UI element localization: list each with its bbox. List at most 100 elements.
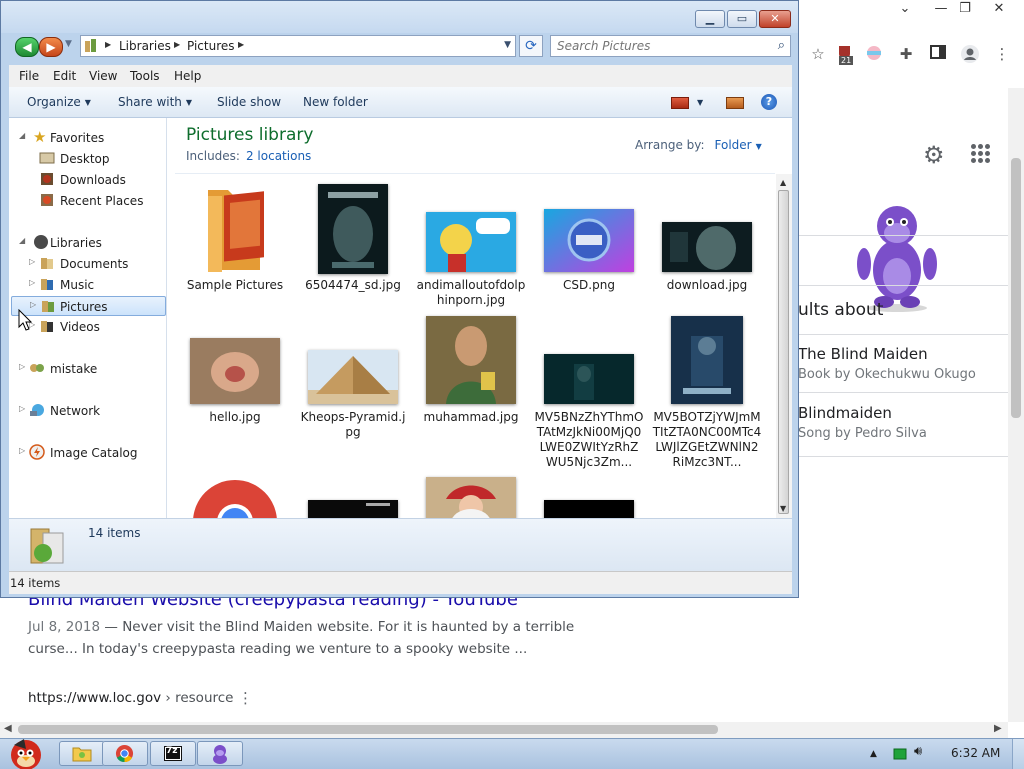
file-tile[interactable]: Kheops-Pyramid.jpg [298,316,408,446]
show-hidden-icons-icon[interactable]: ▲ [870,749,877,759]
file-tile[interactable]: CSD.png [534,184,644,304]
search-box[interactable]: ⌕ [550,35,791,57]
extension-ball-icon[interactable] [864,44,884,64]
extension-shield-icon[interactable]: 21 [836,44,856,65]
file-tile[interactable] [534,500,644,518]
file-tile[interactable]: 6504474_sd.jpg [298,184,408,304]
slide-show-button[interactable]: Slide show [217,95,281,109]
view-options-dropdown-icon[interactable]: ▼ [697,98,703,107]
browser-restore-button[interactable]: ❐ [950,0,980,18]
search-result-url[interactable]: https://www.loc.gov › resource [28,690,233,706]
file-tile[interactable]: muhammad.jpg [416,316,526,446]
file-tile[interactable]: MV5BNzZhYThmOTAtMzJkNi00MjQ0LWE0ZWItYzRh… [534,316,644,469]
show-desktop-button[interactable] [1012,739,1024,769]
browser-close-button[interactable]: ✕ [984,0,1014,18]
expand-arrow-icon[interactable]: ▷ [29,278,35,287]
forward-arrow-icon[interactable]: ▶ [39,37,63,57]
organize-button[interactable]: Organize ▼ [27,95,91,109]
browser-menu-icon[interactable]: ⋮ [992,44,1012,64]
file-tile[interactable] [416,477,526,518]
clock[interactable]: 6:32 AM [951,746,1000,760]
file-tile[interactable]: download.jpg [652,184,762,304]
file-tile[interactable]: andimalloutofdolphinporn.jpg [416,184,526,307]
nav-videos[interactable]: ▷ Videos [19,317,159,337]
file-tile[interactable] [298,500,408,518]
content-vertical-scrollbar[interactable]: ▲ ▼ [776,174,792,518]
preview-pane-icon[interactable] [726,97,744,109]
nav-libraries[interactable]: ◢ Libraries [19,233,159,253]
browser-tab-dropdown-icon[interactable]: ⌄ [890,0,920,18]
minimize-button[interactable]: ▁ [695,10,725,28]
kp-item-title[interactable]: Blindmaiden [798,404,892,422]
nav-music[interactable]: ▷ Music [19,275,159,295]
nav-image-catalog[interactable]: ▷ Image Catalog [19,443,159,463]
address-dropdown-icon[interactable]: ▼ [504,40,511,50]
taskbar-7zip-button[interactable]: 7z [150,741,196,766]
nav-documents[interactable]: ▷ Documents [19,254,159,274]
menu-file[interactable]: File [19,69,39,83]
side-panel-icon[interactable] [928,44,948,64]
file-tile[interactable] [180,478,290,518]
scroll-up-arrow-icon[interactable]: ▲ [780,178,786,187]
settings-gear-icon[interactable]: ⚙ [923,141,945,169]
nav-pictures[interactable]: ▷ Pictures [11,296,166,316]
menu-edit[interactable]: Edit [53,69,76,83]
recent-pages-dropdown-icon[interactable]: ▼ [65,39,72,49]
back-arrow-icon[interactable]: ◀ [15,37,39,57]
expand-arrow-icon[interactable]: ▷ [30,300,36,309]
scrollbar-thumb[interactable] [18,725,718,734]
new-folder-button[interactable]: New folder [303,95,368,109]
taskbar-bonzi-button[interactable] [197,741,243,766]
start-button-icon[interactable] [4,733,44,769]
nav-desktop[interactable]: Desktop [19,149,159,169]
help-icon[interactable]: ? [761,94,777,110]
close-button[interactable]: ✕ [759,10,791,28]
expand-arrow-icon[interactable]: ▷ [19,404,25,413]
expand-arrow-icon[interactable]: ▷ [29,257,35,266]
menu-help[interactable]: Help [174,69,201,83]
refresh-icon[interactable]: ⟳ [519,35,543,57]
purple-gorilla-avatar[interactable] [856,200,938,312]
expand-arrow-icon[interactable]: ◢ [19,236,25,245]
scroll-right-arrow-icon[interactable]: ▶ [994,723,1002,734]
menu-view[interactable]: View [89,69,117,83]
volume-icon[interactable]: 🔊︎ [914,744,922,759]
window-titlebar[interactable]: ▁ ▭ ✕ [1,1,798,33]
breadcrumb-libraries[interactable]: Libraries [119,39,171,53]
arrange-by-dropdown[interactable]: Folder [715,138,752,152]
scrollbar-thumb[interactable] [1011,158,1021,418]
kp-item-title[interactable]: The Blind Maiden [798,345,928,363]
maximize-button[interactable]: ▭ [727,10,757,28]
nav-favorites[interactable]: ◢ ★ Favorites [19,128,159,148]
file-tile[interactable]: Sample Pictures [180,184,290,304]
address-bar[interactable]: ▶ Libraries ▶ Pictures ▶ ▼ [80,35,516,57]
locations-link[interactable]: 2 locations [246,149,311,163]
nav-downloads[interactable]: Downloads [19,170,159,190]
expand-arrow-icon[interactable]: ▷ [19,362,25,371]
extensions-puzzle-icon[interactable]: ✚ [896,44,916,64]
nav-recent-places[interactable]: Recent Places [19,191,159,211]
nav-network[interactable]: ▷ Network [19,401,159,421]
scrollbar-thumb[interactable] [778,190,789,514]
google-apps-icon[interactable] [971,144,991,163]
profile-avatar-icon[interactable] [960,44,980,64]
share-with-button[interactable]: Share with ▼ [118,95,192,109]
nav-mistake[interactable]: ▷ mistake [19,359,159,379]
bookmark-star-icon[interactable]: ☆ [808,44,828,64]
search-input[interactable] [555,38,769,54]
change-view-icon[interactable] [671,97,689,109]
file-tile[interactable]: MV5BOTZjYWJmMTItZTA0NC00MTc4LWJlZGEtZWNl… [652,316,762,469]
search-icon[interactable]: ⌕ [778,38,785,53]
browser-vertical-scrollbar[interactable] [1008,88,1024,722]
expand-arrow-icon[interactable]: ▷ [19,446,25,455]
result-more-options-icon[interactable]: ⋮ [238,689,253,707]
menu-tools[interactable]: Tools [130,69,160,83]
expand-arrow-icon[interactable]: ◢ [19,131,25,140]
file-tile[interactable]: hello.jpg [180,316,290,446]
taskbar-chrome-button[interactable] [102,741,148,766]
network-status-icon[interactable] [893,748,907,760]
browser-horizontal-scrollbar[interactable]: ◀ ▶ [0,722,1008,738]
taskbar-explorer-button[interactable] [59,741,105,766]
scroll-down-arrow-icon[interactable]: ▼ [780,504,786,513]
breadcrumb-pictures[interactable]: Pictures [187,39,235,53]
